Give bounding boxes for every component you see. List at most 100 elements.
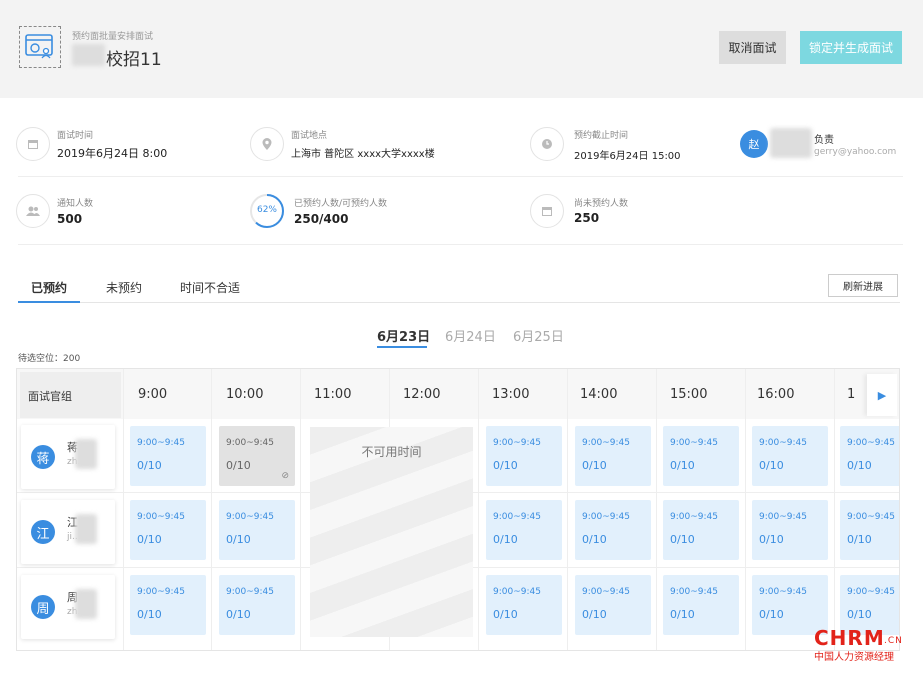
slot-time: 9:00~9:45 — [847, 587, 895, 597]
grid-line — [123, 369, 124, 650]
time-slot[interactable]: 9:00~9:45 0/10 — [663, 500, 739, 560]
slot-time: 9:00~9:45 — [137, 438, 185, 448]
slot-time: 9:00~9:45 — [493, 438, 541, 448]
scroll-right-arrow-icon[interactable]: ▶ — [867, 374, 897, 416]
interviewer-avatar: 江 — [31, 520, 55, 544]
time-slot[interactable]: 9:00~9:45 0/10 — [752, 426, 828, 486]
cancel-interview-button[interactable]: 取消面试 — [719, 31, 786, 64]
clock-icon — [530, 127, 564, 161]
booked-value: 250/400 — [294, 212, 349, 226]
slot-time: 9:00~9:45 — [670, 587, 718, 597]
time-slot[interactable]: 9:00~9:45 0/10 — [130, 426, 206, 486]
hour-header: 10:00 — [226, 387, 264, 402]
watermark-sub: 中国人力资源经理 — [814, 652, 894, 663]
slot-count: 0/10 — [759, 608, 784, 621]
slot-count: 0/10 — [582, 459, 607, 472]
slot-count: 0/10 — [847, 533, 872, 546]
watermark-main: CHRM — [814, 626, 885, 650]
date-tab-0624[interactable]: 6月24日 — [445, 326, 496, 345]
booked-label: 已预约人数/可预约人数 — [294, 199, 388, 209]
lock-generate-button[interactable]: 锁定并生成面试 — [800, 31, 902, 64]
unbooked-label: 尚未预约人数 — [574, 199, 629, 209]
grid-line — [478, 369, 479, 650]
slot-count: 0/10 — [670, 459, 695, 472]
slot-time: 9:00~9:45 — [582, 587, 630, 597]
interviewer-card[interactable]: 周 周 zh... — [21, 575, 115, 639]
time-slot[interactable]: 9:00~9:45 0/10 — [663, 575, 739, 635]
tab-time-unsuitable[interactable]: 时间不合适 — [180, 279, 240, 296]
interviewer-card[interactable]: 江 江 ji... — [21, 500, 115, 564]
unavailable-time-label: 不可用时间 — [361, 445, 422, 459]
time-slot[interactable]: 9:00~9:45 0/10 — [663, 426, 739, 486]
slot-time: 9:00~9:45 — [847, 512, 895, 522]
slot-time: 9:00~9:45 — [759, 438, 807, 448]
redacted-name — [75, 439, 97, 469]
date-tab-0623[interactable]: 6月23日 — [377, 326, 430, 345]
people-icon — [16, 194, 50, 228]
slot-count: 0/10 — [847, 459, 872, 472]
redacted-text — [72, 44, 105, 66]
time-slot[interactable]: 9:00~9:45 0/10 — [219, 575, 295, 635]
grid-line — [211, 369, 212, 650]
interviewer-card[interactable]: 蒋 蒋 zh... — [21, 425, 115, 489]
tab-booked[interactable]: 已预约 — [31, 279, 67, 296]
slot-count: 0/10 — [670, 533, 695, 546]
hour-header: 15:00 — [670, 387, 708, 402]
time-slot[interactable]: 9:00~9:45 0/10 — [486, 426, 562, 486]
location-value: 上海市 普陀区 xxxx大学xxxx楼 — [291, 149, 435, 160]
owner-avatar: 赵 — [740, 130, 768, 158]
active-date-indicator — [377, 346, 427, 348]
calendar-icon — [530, 194, 564, 228]
interviewer-avatar: 蒋 — [31, 445, 55, 469]
time-slot[interactable]: 9:00~9:45 0/10 — [486, 500, 562, 560]
time-slot[interactable]: 9:00~9:45 0/10 — [575, 426, 651, 486]
interview-schedule-icon — [19, 26, 61, 68]
pending-slots-text: 待选空位：200 — [18, 354, 81, 364]
notified-label: 通知人数 — [57, 199, 94, 209]
time-slot[interactable]: 9:00~9:45 0/10 — [219, 500, 295, 560]
slot-time: 9:00~9:45 — [582, 438, 630, 448]
slot-time: 9:00~9:45 — [493, 587, 541, 597]
location-label: 面试地点 — [291, 131, 328, 141]
page-title: 校招11 — [106, 50, 162, 70]
redacted-name — [75, 514, 97, 544]
refresh-progress-button[interactable]: 刷新进展 — [828, 274, 898, 297]
interview-time-label: 面试时间 — [57, 131, 94, 141]
divider — [18, 244, 903, 245]
time-slot[interactable]: 9:00~9:45 0/10 — [130, 575, 206, 635]
group-header-label: 面试官组 — [28, 390, 72, 403]
hour-header: 16:00 — [757, 387, 795, 402]
time-slot[interactable]: 9:00~9:45 0/10 — [752, 500, 828, 560]
progress-percent: 62% — [256, 205, 277, 215]
time-slot[interactable]: 9:00~9:45 0/10 — [840, 500, 899, 560]
slot-time: 9:00~9:45 — [582, 512, 630, 522]
schedule-grid: 面试官组 9:00 10:00 11:00 12:00 13:00 14:00 … — [16, 368, 900, 651]
deadline-value: 2019年6月24日 15:00 — [574, 151, 681, 162]
owner-label: 负责 — [814, 135, 834, 146]
location-pin-icon — [250, 127, 284, 161]
slot-time: 9:00~9:45 — [670, 438, 718, 448]
unbooked-value: 250 — [574, 211, 600, 225]
time-slot[interactable]: 9:00~9:45 0/10 — [486, 575, 562, 635]
slot-time: 9:00~9:45 — [759, 512, 807, 522]
date-tab-0625[interactable]: 6月25日 — [513, 326, 564, 345]
slot-count: 0/10 — [582, 608, 607, 621]
redacted-name — [770, 128, 812, 158]
interview-time-value: 2019年6月24日 8:00 — [57, 147, 168, 160]
time-slot[interactable]: 9:00~9:45 0/10 — [575, 500, 651, 560]
redacted-name — [75, 589, 97, 619]
time-slot[interactable]: 9:00~9:45 0/10 — [575, 575, 651, 635]
deadline-label: 预约截止时间 — [574, 131, 629, 141]
slot-count: 0/10 — [670, 608, 695, 621]
slot-count: 0/10 — [226, 608, 251, 621]
time-slot[interactable]: 9:00~9:45 0/10 — [130, 500, 206, 560]
time-slot-disabled[interactable]: 9:00~9:45 0/10 ⊘ — [219, 426, 295, 486]
slot-time: 9:00~9:45 — [137, 512, 185, 522]
slot-time: 9:00~9:45 — [493, 512, 541, 522]
time-slot[interactable]: 9:00~9:45 0/10 — [840, 426, 899, 486]
tab-unbooked[interactable]: 未预约 — [106, 279, 142, 296]
grid-line — [656, 369, 657, 650]
slot-count: 0/10 — [847, 608, 872, 621]
slot-count: 0/10 — [582, 533, 607, 546]
unavailable-time-block: 不可用时间 — [310, 427, 473, 637]
